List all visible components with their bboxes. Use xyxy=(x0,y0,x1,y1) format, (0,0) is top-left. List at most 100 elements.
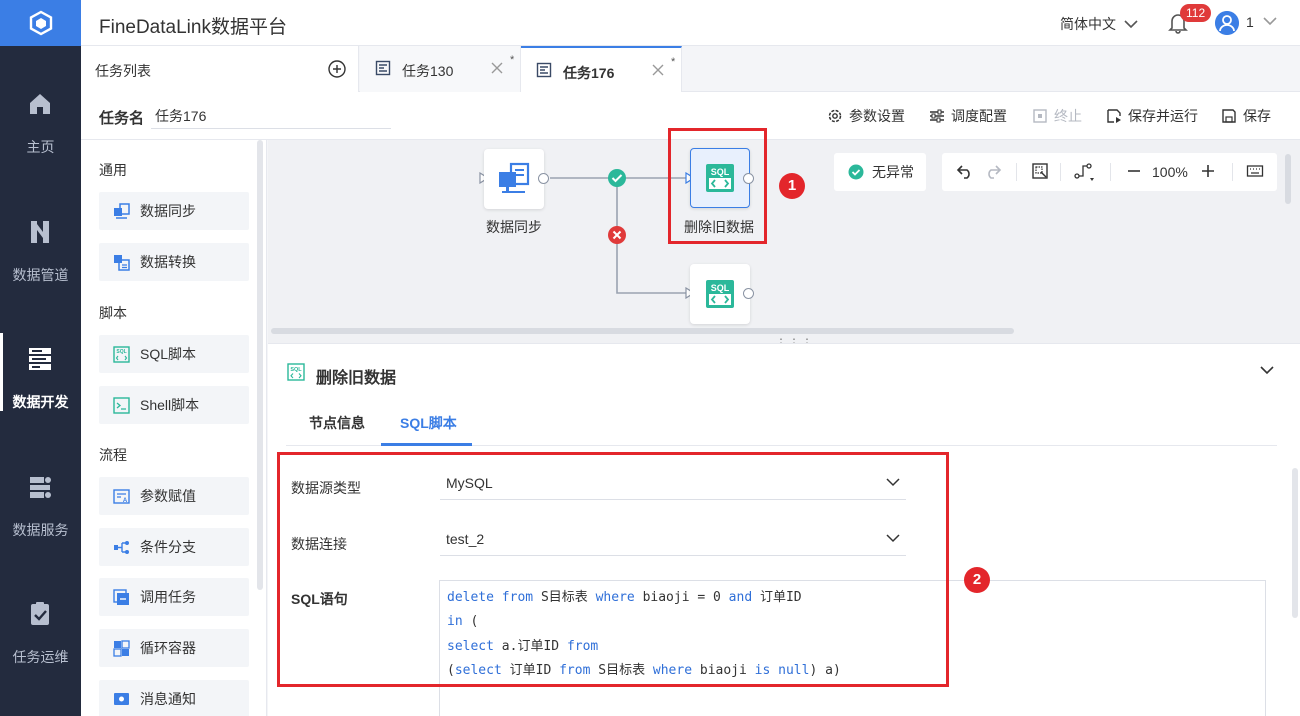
sql-script-icon: SQL xyxy=(706,280,734,308)
palette-item-shell-script[interactable]: Shell脚本 xyxy=(99,386,249,424)
palette-item-data-transform[interactable]: 数据转换 xyxy=(99,243,249,281)
canvas-horizontal-scrollbar[interactable] xyxy=(271,328,1014,334)
app-logo[interactable] xyxy=(0,0,81,46)
save-run-button[interactable]: 保存并运行 xyxy=(1106,106,1198,126)
palette-group-flow: 流程 xyxy=(99,447,127,463)
close-icon[interactable] xyxy=(490,61,504,75)
tab-node-info[interactable]: 节点信息 xyxy=(309,413,365,433)
nav-label-home: 主页 xyxy=(26,139,55,155)
stop-label: 终止 xyxy=(1054,108,1082,124)
tab-bar: 任务列表 任务130 * 任务176 * xyxy=(81,46,1300,92)
failure-x-icon xyxy=(608,226,626,244)
node-label: 数据同步 xyxy=(486,219,542,235)
success-check-icon xyxy=(608,169,626,187)
nav-item-home[interactable]: 主页 xyxy=(0,90,81,216)
palette-group-general: 通用 xyxy=(99,162,127,178)
nav-label-ops: 任务运维 xyxy=(12,649,69,665)
connector-style-icon[interactable] xyxy=(1074,162,1096,182)
service-icon xyxy=(30,477,51,498)
palette-item-message-notify[interactable]: 消息通知 xyxy=(99,680,249,716)
sql-script-icon: SQL xyxy=(113,345,130,363)
svg-text:SQL: SQL xyxy=(290,367,302,373)
nav-item-pipeline[interactable]: 数据管道 xyxy=(0,218,81,344)
palette-item-call-task[interactable]: 调用任务 xyxy=(99,578,249,616)
tab-label: 任务176 xyxy=(563,65,615,81)
pipeline-icon xyxy=(31,221,49,243)
palette-item-condition-branch[interactable]: 条件分支 xyxy=(99,528,249,566)
nav-item-ops[interactable]: 任务运维 xyxy=(0,600,81,716)
annotation-number-2: 2 xyxy=(964,567,990,593)
task-name-input[interactable] xyxy=(151,103,391,129)
language-label: 简体中文 xyxy=(1060,16,1116,32)
palette-item-loop-container[interactable]: 循环容器 xyxy=(99,629,249,667)
panel-title: 删除旧数据 xyxy=(316,370,397,387)
flow-node-sql[interactable]: SQL xyxy=(690,264,750,324)
task-doc-icon xyxy=(536,62,552,78)
palette-item-label: 条件分支 xyxy=(140,539,196,555)
close-icon[interactable] xyxy=(651,63,665,77)
stop-button[interactable]: 终止 xyxy=(1032,106,1082,126)
output-port[interactable] xyxy=(743,288,754,299)
save-icon xyxy=(1222,109,1236,123)
schedule-button[interactable]: 调度配置 xyxy=(929,106,1007,126)
chevron-down-icon[interactable] xyxy=(1263,16,1277,26)
keyboard-icon[interactable] xyxy=(1246,162,1264,180)
flow-canvas[interactable]: 数据同步 SQL 删除旧数据 SQL 无异常 100% ⋮⋮⋮ xyxy=(268,140,1300,343)
palette-item-data-sync[interactable]: 数据同步 xyxy=(99,192,249,230)
task-list-title: 任务列表 xyxy=(95,63,151,79)
active-tab-indicator xyxy=(381,443,472,446)
save-run-icon xyxy=(1107,109,1121,123)
canvas-vertical-scrollbar[interactable] xyxy=(1285,154,1291,204)
gear-icon xyxy=(828,109,842,123)
sliders-icon xyxy=(930,109,944,123)
loop-container-icon xyxy=(113,639,130,657)
top-header: FineDataLink数据平台 简体中文 112 1 xyxy=(81,0,1300,46)
canvas-toolbar: 100% xyxy=(942,153,1277,191)
palette-scrollbar[interactable] xyxy=(257,140,263,590)
nav-label-pipeline: 数据管道 xyxy=(12,267,69,283)
palette-item-label: 数据同步 xyxy=(140,203,196,219)
svg-text:SQL: SQL xyxy=(116,349,126,355)
task-doc-icon xyxy=(375,60,391,76)
nav-label-dev: 数据开发 xyxy=(12,394,69,410)
zoom-level: 100% xyxy=(1152,164,1188,180)
language-select[interactable]: 简体中文 xyxy=(1060,14,1138,34)
stop-icon xyxy=(1033,109,1047,123)
palette-item-param-assign[interactable]: A 参数赋值 xyxy=(99,477,249,515)
tab-sql-script[interactable]: SQL脚本 xyxy=(400,413,457,433)
call-task-icon xyxy=(113,588,129,605)
palette-item-sql-script[interactable]: SQL SQL脚本 xyxy=(99,335,249,373)
avatar[interactable] xyxy=(1215,11,1239,35)
params-button[interactable]: 参数设置 xyxy=(827,106,905,126)
nav-item-service[interactable]: 数据服务 xyxy=(0,473,81,599)
tab-task176[interactable]: 任务176 * xyxy=(521,46,682,92)
branch-icon xyxy=(114,540,129,554)
tab-task130[interactable]: 任务130 * xyxy=(360,46,521,92)
zoom-out-icon[interactable] xyxy=(1126,162,1142,180)
zoom-in-icon[interactable] xyxy=(1200,162,1216,180)
schedule-label: 调度配置 xyxy=(951,108,1007,124)
redo-icon[interactable] xyxy=(984,162,1002,180)
output-port[interactable] xyxy=(538,173,549,184)
status-indicator: 无异常 xyxy=(834,153,926,191)
user-name[interactable]: 1 xyxy=(1246,14,1254,30)
chevron-down-icon[interactable] xyxy=(1259,364,1275,376)
nav-item-dev[interactable]: 数据开发 xyxy=(0,333,81,471)
tab-label: 任务130 xyxy=(402,63,454,79)
detail-tabs: 节点信息 SQL脚本 xyxy=(286,400,1277,446)
flow-node-data-sync[interactable] xyxy=(484,149,544,209)
fit-view-icon[interactable] xyxy=(1031,162,1049,180)
shell-script-icon xyxy=(113,396,130,414)
dev-icon xyxy=(29,348,51,370)
palette-group-script: 脚本 xyxy=(99,305,127,321)
panel-vertical-scrollbar[interactable] xyxy=(1292,468,1298,618)
save-button[interactable]: 保存 xyxy=(1221,106,1271,126)
undo-icon[interactable] xyxy=(956,162,974,180)
annotation-box-1 xyxy=(668,128,767,244)
param-assign-icon: A xyxy=(113,488,130,504)
panel-resize-handle[interactable]: ⋮⋮⋮ xyxy=(775,336,814,343)
component-palette: 通用 数据同步 数据转换 脚本 SQL SQL脚本 Shell脚本 流程 A 参… xyxy=(81,140,267,716)
unsaved-marker: * xyxy=(671,56,676,68)
annotation-box-2 xyxy=(277,452,949,687)
add-circle-icon[interactable] xyxy=(327,59,347,79)
